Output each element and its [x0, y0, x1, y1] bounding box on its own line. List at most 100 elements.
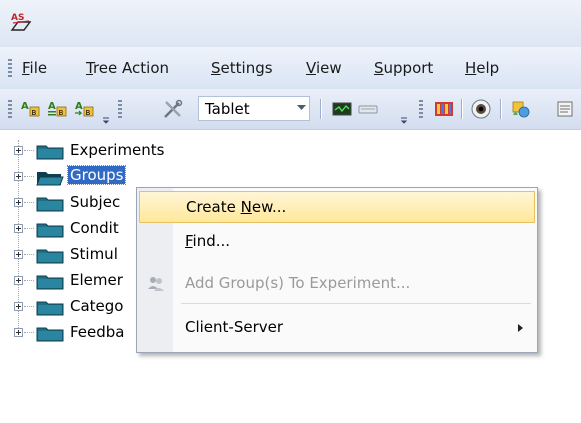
- tree-item-label: Subjec: [70, 193, 121, 211]
- device-combo-value: Tablet: [205, 100, 250, 118]
- menu-view-mnemonic: V: [306, 59, 316, 77]
- menu-settings-mnemonic: S: [211, 59, 221, 77]
- tree-connector: [24, 332, 34, 333]
- menu-bar: File Tree Action Settings View Support H…: [0, 47, 581, 89]
- context-menu: Create New... Find... Add Group(s) To Ex…: [136, 187, 538, 353]
- device-combo[interactable]: Tablet: [198, 96, 310, 121]
- menu-item-text: ew...: [251, 198, 287, 216]
- toolbar-separator: [320, 99, 321, 119]
- folder-icon: [36, 249, 64, 264]
- toolbar-grip-3[interactable]: [419, 100, 423, 118]
- menu-item-add-groups-to-experiment[interactable]: Add Group(s) To Experiment...: [139, 268, 535, 300]
- tree-item-label: Stimul: [70, 245, 118, 263]
- menu-item-find[interactable]: Find...: [139, 226, 535, 258]
- menu-file-label: ile: [29, 59, 48, 77]
- menu-view-label: iew: [315, 59, 342, 77]
- folder-icon: [36, 145, 64, 160]
- menu-item-label: Add Group(s) To Experiment...: [185, 274, 411, 292]
- menu-item-mnemonic: N: [240, 198, 252, 216]
- menu-help-mnemonic: H: [465, 59, 477, 77]
- menu-item-label: Create New...: [186, 198, 286, 216]
- submenu-arrow-icon: [518, 324, 523, 332]
- app-logo-icon: AS: [10, 13, 32, 31]
- tree-connector: [24, 176, 34, 177]
- expand-icon[interactable]: [14, 224, 23, 233]
- chevron-down-icon[interactable]: [297, 105, 306, 111]
- menu-support-mnemonic: S: [374, 59, 384, 77]
- expand-icon[interactable]: [14, 302, 23, 311]
- svg-text:B: B: [32, 109, 37, 117]
- tree-connector: [24, 280, 34, 281]
- open-folder-icon: [36, 172, 64, 186]
- tree-connector: [24, 254, 34, 255]
- tree-connector: [24, 228, 34, 229]
- menu-item-client-server[interactable]: Client-Server: [139, 312, 535, 344]
- eye-icon[interactable]: [470, 98, 492, 120]
- menu-separator: [181, 303, 531, 304]
- tree-connector: [24, 150, 34, 151]
- menu-file-mnemonic: F: [22, 59, 30, 77]
- svg-text:A: A: [21, 101, 29, 112]
- notes-icon[interactable]: [556, 98, 578, 120]
- menu-tree-action-mnemonic: T: [86, 59, 93, 77]
- expand-icon[interactable]: [14, 250, 23, 259]
- sort-ascending-icon[interactable]: A B: [20, 98, 42, 120]
- tree-connector: [24, 202, 34, 203]
- tree-item-label: Condit: [70, 219, 119, 237]
- colour-bars-icon[interactable]: [433, 98, 455, 120]
- svg-text:B: B: [86, 109, 91, 117]
- menu-help[interactable]: Help: [465, 59, 499, 77]
- menu-settings[interactable]: Settings: [211, 59, 273, 77]
- expand-icon[interactable]: [14, 198, 23, 207]
- refresh-shapes-icon[interactable]: [510, 98, 532, 120]
- menu-tree-action-label: ree Action: [92, 59, 170, 77]
- menu-help-label: elp: [476, 59, 500, 77]
- toolbar-overflow-icon[interactable]: [102, 117, 110, 125]
- folder-icon: [36, 301, 64, 316]
- users-icon: [148, 277, 164, 291]
- keyboard-icon[interactable]: [357, 98, 379, 120]
- folder-icon: [36, 327, 64, 342]
- tree-item-label: Groups: [66, 165, 127, 185]
- tree-item-label: Experiments: [70, 141, 165, 159]
- menu-support-label: upport: [383, 59, 434, 77]
- menu-tree-action[interactable]: Tree Action: [86, 59, 169, 77]
- expand-icon[interactable]: [14, 172, 23, 181]
- tree-item-label: Elemer: [70, 271, 123, 289]
- tree-item-label: Feedba: [70, 323, 125, 341]
- menu-file[interactable]: File: [22, 59, 47, 77]
- svg-text:B: B: [59, 109, 64, 117]
- tree-item-label: Catego: [70, 297, 124, 315]
- folder-icon: [36, 275, 64, 290]
- menu-item-text: ind...: [192, 232, 231, 250]
- menubar-grip[interactable]: [8, 59, 12, 77]
- toolbar-grip-2[interactable]: [118, 100, 122, 118]
- toolbar: A B A B A B Tablet: [0, 89, 581, 130]
- expand-icon[interactable]: [14, 276, 23, 285]
- tools-icon[interactable]: [162, 98, 184, 120]
- monitor-signal-icon[interactable]: [331, 98, 353, 120]
- title-bar: AS: [0, 0, 581, 47]
- menu-settings-label: ettings: [220, 59, 273, 77]
- tree-item-groups[interactable]: Groups: [14, 165, 214, 188]
- tree-item-experiments[interactable]: Experiments: [14, 140, 214, 162]
- menu-item-mnemonic: F: [185, 232, 193, 250]
- menu-item-create-new[interactable]: Create New...: [139, 191, 535, 223]
- expand-icon[interactable]: [14, 328, 23, 337]
- sort-descending-icon[interactable]: A B: [74, 98, 96, 120]
- svg-text:A: A: [75, 101, 83, 112]
- toolbar-separator-3: [500, 99, 501, 119]
- sort-equal-icon[interactable]: A B: [47, 98, 69, 120]
- folder-icon: [36, 223, 64, 238]
- menu-item-text: Create: [186, 198, 241, 216]
- menu-support[interactable]: Support: [374, 59, 433, 77]
- toolbar-grip[interactable]: [8, 100, 12, 118]
- folder-icon: [36, 197, 64, 212]
- toolbar-overflow-icon-2[interactable]: [400, 117, 408, 125]
- toolbar-separator-2: [461, 99, 462, 119]
- expand-icon[interactable]: [14, 146, 23, 155]
- svg-text:A: A: [48, 101, 56, 112]
- tree-connector: [24, 306, 34, 307]
- menu-view[interactable]: View: [306, 59, 342, 77]
- menu-item-label: Client-Server: [185, 318, 284, 336]
